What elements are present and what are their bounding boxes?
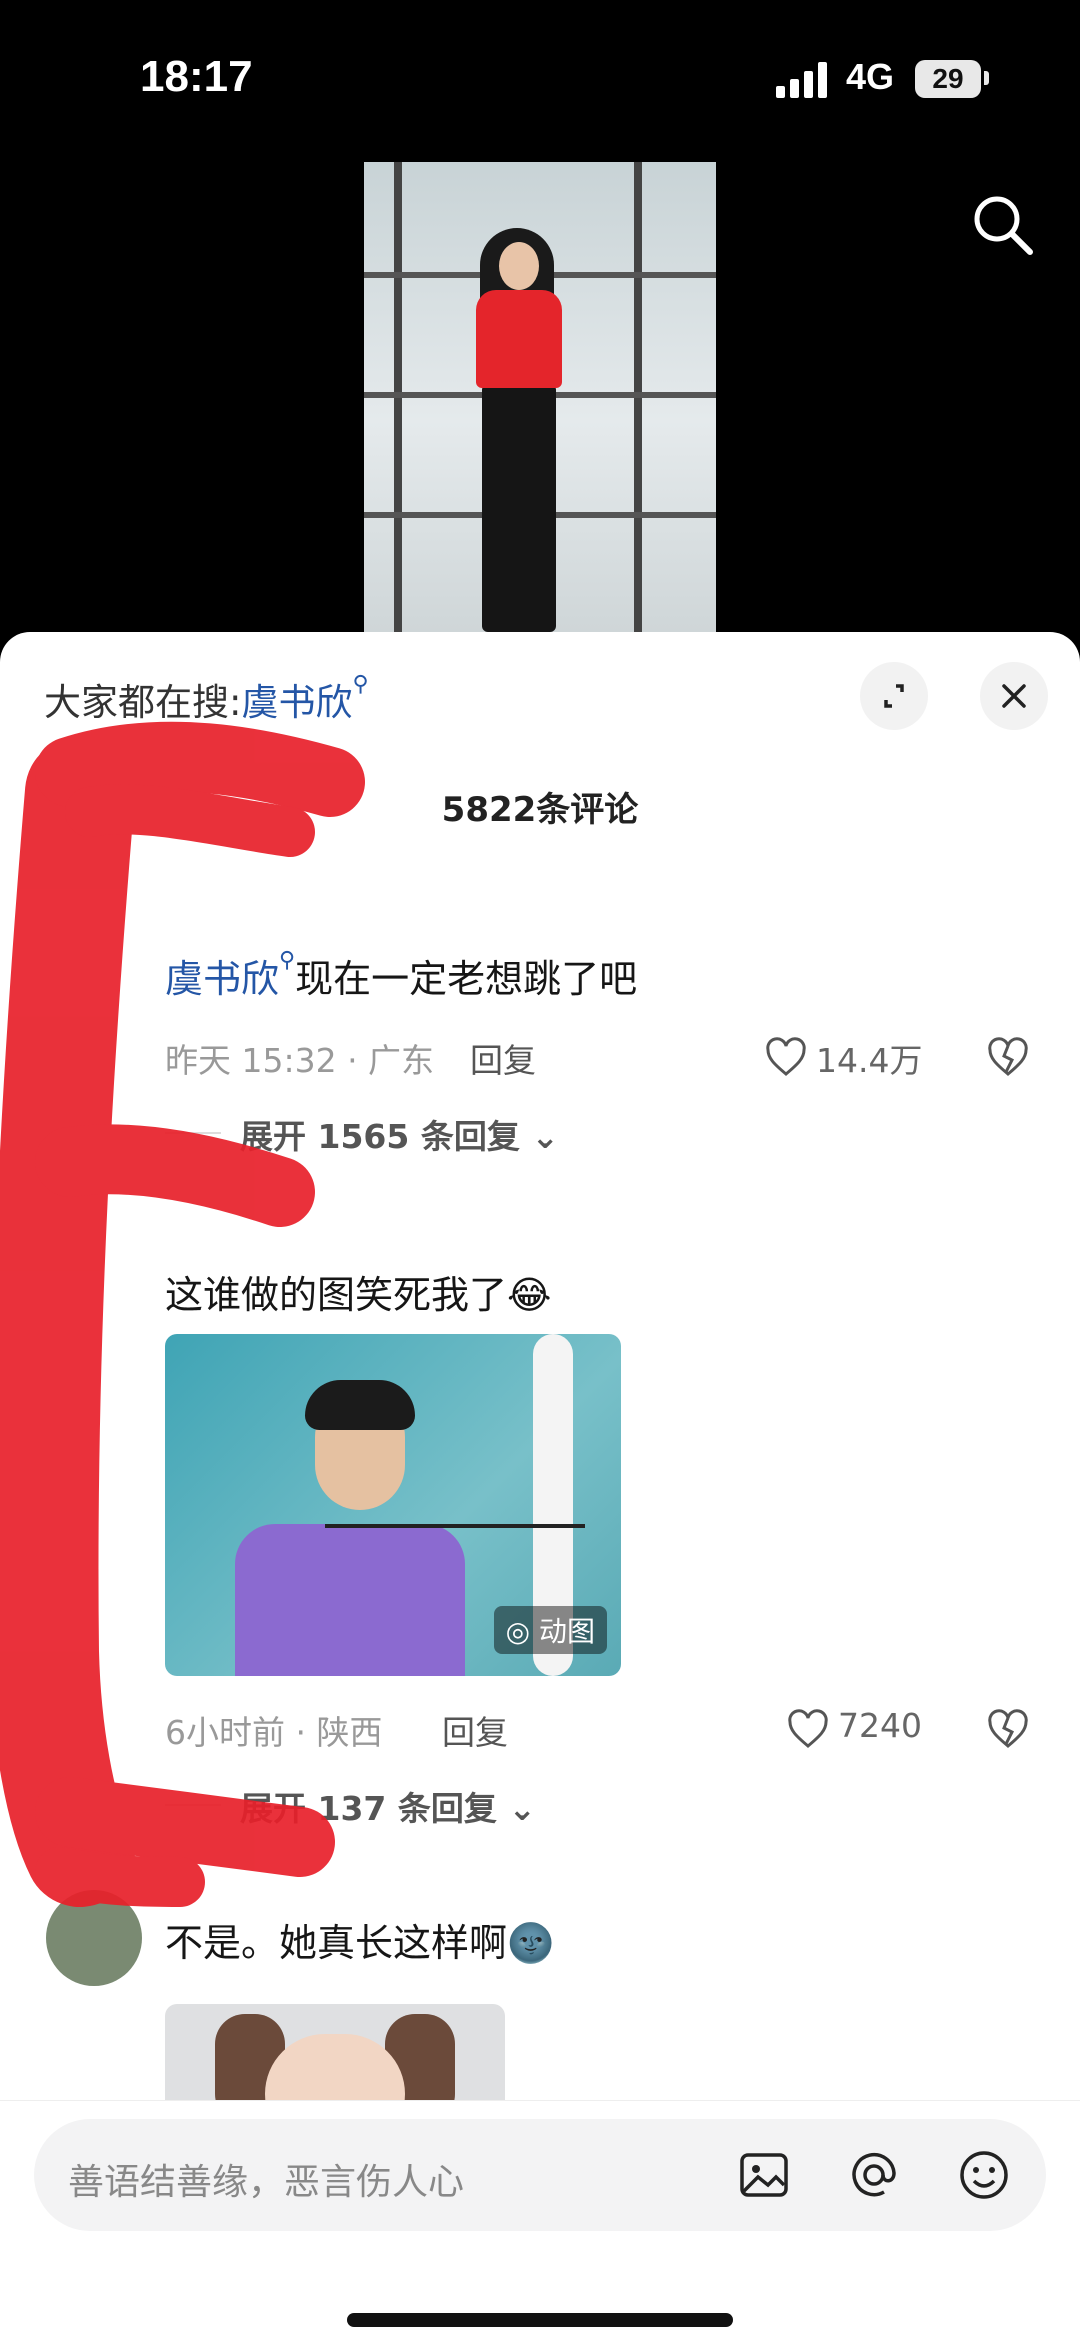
comment-body: 不是。她真长这样啊 <box>165 1921 508 1965</box>
comment-body: 现在一定老想跳了吧 <box>295 957 638 1001</box>
heart-icon[interactable] <box>764 1036 808 1080</box>
comment-gif-image[interactable]: ◎ 动图 <box>165 1334 621 1676</box>
chevron-down-icon: ⌄ <box>531 1117 559 1156</box>
close-icon <box>1002 684 1026 708</box>
network-type: 4G <box>846 56 895 97</box>
hot-search[interactable]: 大家都在搜:虞书欣⚲ <box>44 672 369 726</box>
image-icon[interactable] <box>736 2147 792 2203</box>
arrow-graphic <box>325 1524 585 1528</box>
person-shirt <box>476 290 562 388</box>
comment-text: 虞书欣⚲现在一定老想跳了吧 <box>165 948 637 1003</box>
battery-tip <box>984 71 989 85</box>
close-button[interactable] <box>980 662 1048 730</box>
signal-icon <box>776 62 827 98</box>
status-bar: 18:17 4G 29 <box>0 0 1080 150</box>
home-indicator[interactable] <box>347 2313 733 2327</box>
search-icon: ⚲ <box>279 948 296 973</box>
mention-link[interactable]: 虞书欣 <box>165 957 279 1001</box>
comment-meta: 6小时前 · 陕西 <box>165 1713 383 1752</box>
gif-badge: ◎ 动图 <box>493 1606 607 1654</box>
at-icon[interactable] <box>846 2147 902 2203</box>
video-preview[interactable] <box>364 162 716 632</box>
expand-replies-label: 展开 1565 条回复 <box>240 1117 520 1156</box>
shirt-graphic <box>235 1524 465 1676</box>
reply-button[interactable]: 回复 <box>442 1706 508 1754</box>
divider-line <box>165 1804 221 1806</box>
bottom-input-bar: 善语结善缘，恶言伤人心 <box>0 2100 1080 2342</box>
hair-graphic <box>305 1380 415 1430</box>
gif-badge-label: 动图 <box>538 1615 595 1648</box>
comment-body: 这谁做的图笑死我了 <box>165 1273 508 1317</box>
comment-sheet: 大家都在搜:虞书欣⚲ 5822条评论 虞书欣⚲现在一定老想跳了吧 昨天 15:3… <box>0 632 1080 2341</box>
dislike-icon[interactable] <box>986 1036 1030 1080</box>
comment-input[interactable]: 善语结善缘，恶言伤人心 <box>34 2119 1046 2231</box>
battery-icon: 29 <box>915 60 981 98</box>
gif-icon: ◎ <box>505 1615 531 1648</box>
laugh-emoji-icon: 😂 <box>507 1273 552 1317</box>
expand-replies-button[interactable]: 展开 137 条回复 ⌄ <box>240 1782 536 1830</box>
status-time: 18:17 <box>140 52 253 101</box>
expand-replies-button[interactable]: 展开 1565 条回复 ⌄ <box>240 1110 559 1158</box>
heart-icon[interactable] <box>786 1708 830 1752</box>
emoji-icon[interactable] <box>956 2147 1012 2203</box>
expand-replies-label: 展开 137 条回复 <box>240 1789 497 1828</box>
hot-search-prefix: 大家都在搜: <box>44 681 242 724</box>
like-count: 7240 <box>838 1706 922 1745</box>
search-icon: ⚲ <box>352 672 369 697</box>
expand-button[interactable] <box>860 662 928 730</box>
dislike-icon[interactable] <box>986 1708 1030 1752</box>
expand-icon <box>884 684 904 708</box>
divider-line <box>165 1132 221 1134</box>
chevron-down-icon: ⌄ <box>508 1789 537 1828</box>
like-count: 14.4万 <box>816 1041 923 1080</box>
comment-text: 不是。她真长这样啊🌚 <box>165 1912 554 1967</box>
comment-meta: 昨天 15:32 · 广东 <box>165 1041 435 1080</box>
comment-input-placeholder: 善语结善缘，恶言伤人心 <box>68 2162 465 2203</box>
comment-text: 这谁做的图笑死我了😂 <box>165 1264 551 1319</box>
search-icon[interactable] <box>970 192 1036 258</box>
person-pants <box>482 384 556 632</box>
person-face <box>499 242 539 290</box>
comment-count: 5822条评论 <box>441 790 639 830</box>
moon-emoji-icon: 🌚 <box>507 1921 555 1965</box>
reply-button[interactable]: 回复 <box>470 1034 536 1082</box>
hot-search-keyword[interactable]: 虞书欣 <box>241 681 352 724</box>
avatar[interactable] <box>46 1890 142 1986</box>
